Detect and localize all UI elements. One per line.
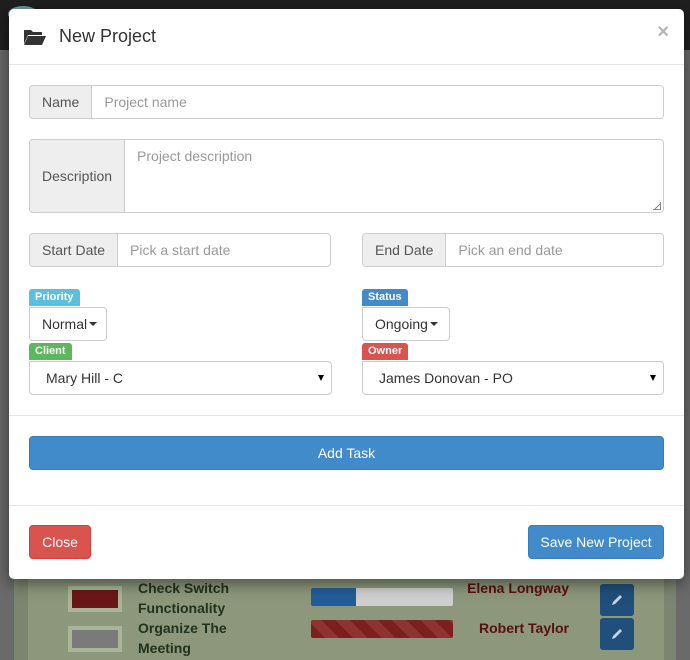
name-label: Name	[30, 86, 93, 118]
select-arrow-icon	[318, 375, 324, 381]
edit-task-button[interactable]	[600, 618, 634, 650]
end-date-input-group: End Date	[362, 233, 664, 267]
caret-down-icon	[429, 322, 438, 326]
name-input-group: Name	[29, 85, 664, 119]
owner-badge: Owner	[362, 343, 409, 360]
modal-title: New Project	[59, 26, 157, 46]
task-color-swatch	[68, 626, 122, 652]
start-date-input[interactable]	[118, 234, 330, 266]
status-badge: Status	[362, 289, 408, 306]
new-project-modal: New Project × Name Description Start Dat…	[9, 9, 684, 579]
caret-down-icon	[89, 322, 98, 326]
client-value: Mary Hill - C	[46, 370, 123, 386]
client-select[interactable]: Mary Hill - C	[29, 361, 332, 395]
footer-divider	[9, 505, 684, 506]
description-input-group: Description	[29, 139, 664, 213]
modal-body: Name Description Start Date End Date Pri…	[9, 65, 684, 505]
select-arrow-icon	[650, 375, 656, 381]
background-task-row: Organize The Meeting Robert Taylor	[28, 618, 664, 658]
resize-handle[interactable]	[653, 202, 661, 210]
priority-dropdown[interactable]: Normal	[29, 307, 107, 341]
task-progress-bar	[311, 620, 453, 638]
owner-select[interactable]: James Donovan - PO	[362, 361, 664, 395]
owner-value: James Donovan - PO	[379, 370, 513, 386]
task-progress-fill	[311, 620, 453, 638]
description-label: Description	[30, 140, 126, 212]
task-title: Organize The Meeting	[138, 620, 227, 656]
end-date-label: End Date	[363, 234, 447, 266]
project-description-input[interactable]	[125, 140, 663, 212]
task-assignee: Robert Taylor	[479, 620, 569, 636]
status-value: Ongoing	[375, 316, 428, 332]
priority-value: Normal	[42, 316, 88, 332]
add-task-button[interactable]: Add Task	[29, 436, 664, 470]
close-button[interactable]: Close	[29, 525, 91, 559]
section-divider	[9, 415, 684, 416]
task-progress-fill	[311, 588, 357, 606]
task-title: Check Switch Functionality	[138, 580, 230, 616]
start-date-label: Start Date	[30, 234, 119, 266]
end-date-input[interactable]	[446, 234, 663, 266]
task-color-swatch	[68, 586, 122, 612]
close-icon[interactable]: ×	[657, 21, 669, 44]
background-task-row: Check Switch Functionality Elena Longway	[28, 578, 664, 618]
save-new-project-button[interactable]: Save New Project	[528, 525, 664, 559]
start-date-input-group: Start Date	[29, 233, 331, 267]
pencil-icon	[612, 629, 622, 639]
pencil-icon	[612, 595, 622, 605]
edit-task-button[interactable]	[600, 584, 634, 616]
status-dropdown[interactable]: Ongoing	[362, 307, 450, 341]
priority-badge: Priority	[29, 289, 80, 306]
modal-header: New Project ×	[9, 9, 684, 65]
client-badge: Client	[29, 343, 72, 360]
task-progress-bar	[311, 588, 453, 606]
task-assignee: Elena Longway	[467, 580, 569, 596]
folder-open-icon	[24, 29, 46, 45]
project-name-input[interactable]	[92, 86, 663, 118]
